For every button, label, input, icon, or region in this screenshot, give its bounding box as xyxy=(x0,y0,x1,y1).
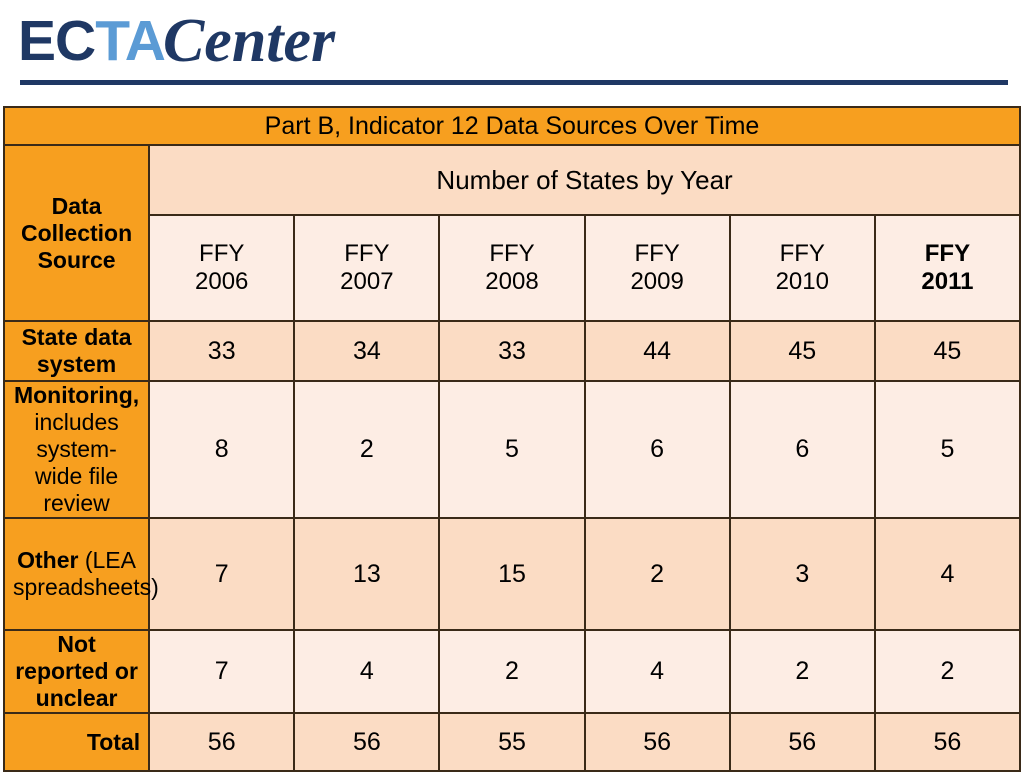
row-label-bold-text: Monitoring, xyxy=(13,382,140,408)
cell-total-2006: 56 xyxy=(148,712,296,772)
table-row: Other (LEA spreadsheets) 7 13 15 2 3 4 xyxy=(2,517,1022,631)
cell-other-2011: 4 xyxy=(873,517,1022,631)
column-header-ffy-2009: FFY 2009 xyxy=(583,214,731,322)
ffy-year: 2010 xyxy=(775,268,829,295)
ffy-label: FFY xyxy=(199,240,245,268)
cell-not-reported-2006: 7 xyxy=(148,629,296,714)
ffy-label: FFY xyxy=(924,240,971,268)
row-label-other: Other (LEA spreadsheets) xyxy=(2,517,159,631)
cell-total-2010: 56 xyxy=(728,712,876,772)
cell-not-reported-2011: 2 xyxy=(873,629,1022,714)
ecta-center-logo: ECTA Center xyxy=(18,6,335,76)
ffy-year: 2006 xyxy=(195,268,249,295)
cell-total-2007: 56 xyxy=(293,712,441,772)
ffy-year: 2007 xyxy=(340,268,394,295)
logo-ec-text: EC xyxy=(18,8,96,73)
cell-state-data-system-2006: 33 xyxy=(148,320,296,382)
column-header-ffy-2010: FFY 2010 xyxy=(728,214,876,322)
column-header-ffy-2008: FFY 2008 xyxy=(438,214,586,322)
row-label-bold-text: State data system xyxy=(21,324,132,377)
ffy-year: 2008 xyxy=(485,268,539,295)
cell-other-2007: 13 xyxy=(293,517,441,631)
row-header-column-title-text: Data Collection Source xyxy=(20,192,133,273)
cell-total-2011: 56 xyxy=(873,712,1022,772)
row-label-bold-text: Total xyxy=(86,728,141,755)
ffy-label: FFY xyxy=(489,240,535,268)
cell-other-2008: 15 xyxy=(438,517,586,631)
table-row: Not reported or unclear 7 4 2 4 2 2 xyxy=(2,629,1022,714)
table-year-header-row: FFY 2006 FFY 2007 FFY 2008 FFY 2009 FFY … xyxy=(4,214,1022,322)
ffy-year: 2009 xyxy=(630,268,684,295)
ffy-year: 2011 xyxy=(921,268,974,295)
cell-state-data-system-2011: 45 xyxy=(873,320,1022,382)
row-label-total: Total xyxy=(2,712,151,772)
logo-ta-text: TA xyxy=(95,8,166,73)
cell-other-2009: 2 xyxy=(583,517,731,631)
ffy-label: FFY xyxy=(779,240,825,268)
cell-monitoring-2006: 8 xyxy=(148,380,296,519)
table-title-row: Part B, Indicator 12 Data Sources Over T… xyxy=(3,106,1021,146)
header-divider-rule xyxy=(20,80,1008,85)
cell-not-reported-2009: 4 xyxy=(583,629,731,714)
row-label-not-reported-or-unclear: Not reported or unclear xyxy=(2,629,151,714)
cell-total-2008: 55 xyxy=(438,712,586,772)
cell-other-2010: 3 xyxy=(728,517,876,631)
cell-state-data-system-2009: 44 xyxy=(583,320,731,382)
cell-other-2006: 7 xyxy=(148,517,296,631)
cell-not-reported-2007: 4 xyxy=(293,629,441,714)
cell-monitoring-2007: 2 xyxy=(293,380,441,519)
row-label-bold-text: Not reported or unclear xyxy=(15,631,138,711)
column-header-ffy-2011: FFY 2011 xyxy=(873,214,1022,322)
cell-monitoring-2009: 6 xyxy=(583,380,731,519)
column-header-ffy-2006: FFY 2006 xyxy=(148,214,296,322)
row-header-column-title: Data Collection Source xyxy=(2,144,151,322)
cell-state-data-system-2007: 34 xyxy=(293,320,441,382)
cell-not-reported-2010: 2 xyxy=(728,629,876,714)
table-span-header-row: Data Collection Source Number of States … xyxy=(2,144,1021,322)
cell-state-data-system-2008: 33 xyxy=(438,320,586,382)
row-label-monitoring: Monitoring, includes system-wide file re… xyxy=(2,380,151,519)
table-total-row: Total 56 56 55 56 56 56 xyxy=(2,712,1022,772)
logo-text: ECTA xyxy=(18,12,166,70)
span-header-number-of-states: Number of States by Year xyxy=(148,144,1021,216)
cell-monitoring-2011: 5 xyxy=(873,380,1022,519)
table-title: Part B, Indicator 12 Data Sources Over T… xyxy=(3,106,1021,146)
ffy-label: FFY xyxy=(344,240,390,268)
row-label-state-data-system: State data system xyxy=(2,320,151,382)
table-row: State data system 33 34 33 44 45 45 xyxy=(2,320,1022,382)
cell-state-data-system-2010: 45 xyxy=(728,320,876,382)
table-row: Monitoring, includes system-wide file re… xyxy=(2,380,1022,519)
row-label-bold-text: Other xyxy=(17,547,79,573)
ffy-label: FFY xyxy=(634,240,680,268)
logo-center-text: Center xyxy=(162,7,336,75)
data-sources-table: Part B, Indicator 12 Data Sources Over T… xyxy=(2,106,1022,772)
cell-monitoring-2010: 6 xyxy=(728,380,876,519)
row-label-sub-text: includes system-wide file review xyxy=(34,409,119,516)
cell-monitoring-2008: 5 xyxy=(438,380,586,519)
cell-total-2009: 56 xyxy=(583,712,731,772)
column-header-ffy-2007: FFY 2007 xyxy=(293,214,441,322)
cell-not-reported-2008: 2 xyxy=(438,629,586,714)
